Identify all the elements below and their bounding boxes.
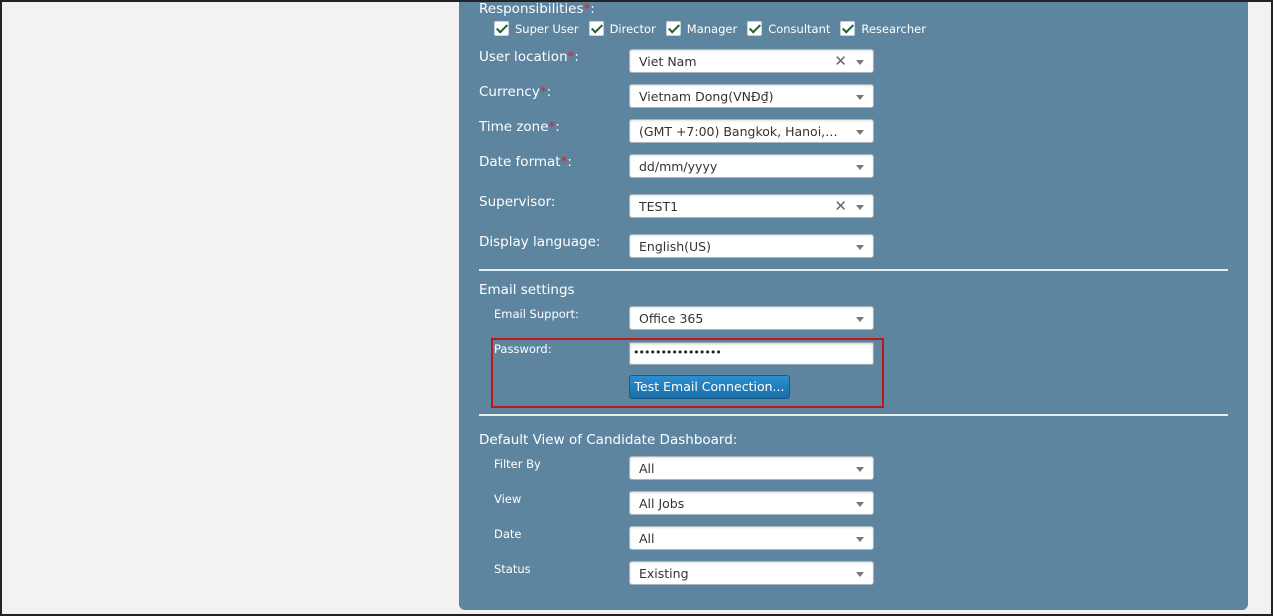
chevron-down-icon [856,502,864,507]
filter-by-select[interactable]: All [629,456,874,480]
chevron-down-icon [856,572,864,577]
responsibilities-label: Responsibilities*: [479,1,595,17]
responsibilities-checkboxes: Super User Director Manager Consultant R… [494,20,936,37]
status-select[interactable]: Existing [629,561,874,585]
chevron-down-icon [856,60,864,65]
chevron-down-icon [856,130,864,135]
email-support-select[interactable]: Office 365 [629,306,874,330]
chevron-down-icon [856,165,864,170]
date-format-select[interactable]: dd/mm/yyyy [629,154,874,178]
section-divider [479,414,1228,416]
check-icon [494,21,509,36]
date-select[interactable]: All [629,526,874,550]
page-background-left [0,0,459,616]
time-zone-label: Time zone*: [479,119,560,135]
password-input[interactable]: •••••••••••••••• [629,342,874,365]
test-email-connection-button[interactable]: Test Email Connection... [629,375,790,399]
chevron-down-icon [856,245,864,250]
view-select[interactable]: All Jobs [629,491,874,515]
display-language-select[interactable]: English(US) [629,234,874,258]
filter-by-label: Filter By [494,457,541,471]
checkbox-researcher[interactable]: Researcher [840,21,926,36]
chevron-down-icon [856,467,864,472]
email-settings-heading: Email settings [479,282,575,298]
currency-select[interactable]: Vietnam Dong(VNĐ₫) [629,84,874,108]
user-location-label: User location*: [479,49,579,65]
user-settings-panel: Responsibilities*: Super User Director M… [459,0,1248,610]
checkbox-super-user[interactable]: Super User [494,21,579,36]
checkbox-manager[interactable]: Manager [665,21,737,36]
supervisor-label: Supervisor: [479,194,556,210]
checkbox-consultant[interactable]: Consultant [747,21,830,36]
date-format-label: Date format*: [479,154,572,170]
check-icon [588,21,604,36]
dashboard-heading: Default View of Candidate Dashboard: [479,432,738,448]
view-label: View [494,492,522,506]
section-divider [479,269,1228,271]
user-location-select[interactable]: Viet Nam ✕ [629,49,874,73]
chevron-down-icon [856,317,864,322]
check-icon [747,21,763,36]
checkbox-director[interactable]: Director [588,21,656,36]
display-language-label: Display language: [479,234,601,250]
time-zone-select[interactable]: (GMT +7:00) Bangkok, Hanoi, Jakarta [629,119,874,143]
chevron-down-icon [856,205,864,210]
clear-icon[interactable]: ✕ [834,52,847,70]
check-icon [840,21,856,36]
page-background-right [1248,0,1273,616]
clear-icon[interactable]: ✕ [834,197,847,215]
check-icon [665,21,681,36]
date-label: Date [494,527,522,541]
chevron-down-icon [856,537,864,542]
supervisor-select[interactable]: TEST1 ✕ [629,194,874,218]
currency-label: Currency*: [479,84,552,100]
password-label: Password: [494,342,552,356]
email-support-label: Email Support: [494,307,579,321]
chevron-down-icon [856,95,864,100]
status-label: Status [494,562,531,576]
